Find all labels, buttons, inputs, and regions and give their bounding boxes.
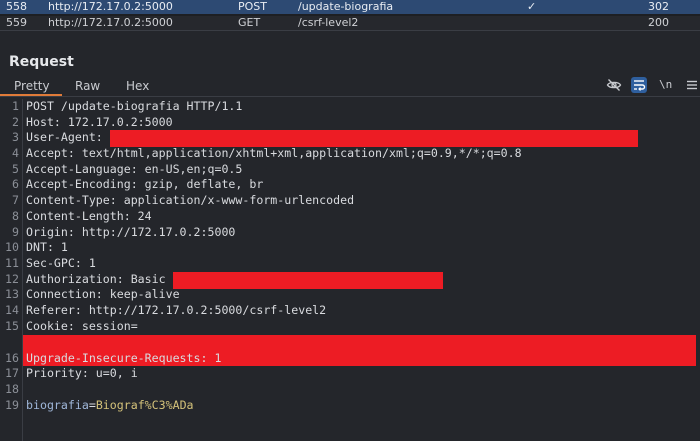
- request-line: 2 Host: 172.17.0.2:5000: [12, 114, 173, 129]
- history-path: /csrf-level2: [298, 16, 359, 29]
- history-num: 558: [6, 0, 27, 13]
- request-line: 8 Content-Length: 24: [12, 208, 152, 223]
- request-body-line: 19 biografia=Biograf%C3%ADa: [5, 397, 194, 412]
- request-line: 17 Priority: u=0, i: [5, 366, 138, 381]
- request-panel-title: Request: [9, 54, 74, 70]
- request-line: 12 Authorization: Basic: [0, 271, 700, 289]
- request-editor[interactable]: 1 POST /update-biografia HTTP/1.1 2 Host: …: [0, 99, 700, 413]
- body-param-name: biografia: [26, 397, 89, 412]
- history-path: /update-biografia: [298, 0, 394, 13]
- request-line: 11 Sec-GPC: 1: [5, 255, 96, 270]
- history-method: POST: [238, 0, 267, 13]
- request-line: 1 POST /update-biografia HTTP/1.1: [12, 99, 243, 113]
- menu-icon[interactable]: [686, 77, 698, 93]
- tab-pretty[interactable]: Pretty: [14, 79, 50, 93]
- redaction-bar: [172, 271, 443, 289]
- request-line: 13 Connection: keep-alive: [5, 287, 180, 302]
- request-line: 14 Referer: http://172.17.0.2:5000/csrf-l…: [5, 302, 327, 317]
- word-wrap-icon[interactable]: [631, 77, 647, 93]
- redaction-bar: [109, 130, 638, 148]
- request-line: 6 Accept-Encoding: gzip, deflate, br: [12, 177, 264, 192]
- request-line: 16 Upgrade-Insecure-Requests: 1: [5, 350, 222, 365]
- history-status: 302: [648, 0, 669, 13]
- tab-raw[interactable]: Raw: [75, 79, 100, 93]
- history-num: 559: [6, 16, 27, 29]
- history-row[interactable]: 559 http://172.17.0.2:5000 GET /csrf-lev…: [0, 16, 700, 30]
- request-line: 9 Origin: http://172.17.0.2:5000: [12, 224, 236, 239]
- history-host: http://172.17.0.2:5000: [48, 0, 173, 13]
- request-line: 5 Accept-Language: en-US,en;q=0.5: [12, 161, 243, 176]
- history-method: GET: [238, 16, 261, 29]
- request-line: 7 Content-Type: application/x-www-form-ur…: [12, 193, 355, 208]
- panel-divider: [0, 96, 700, 97]
- history-row-selected[interactable]: 558 http://172.17.0.2:5000 POST /update-…: [0, 0, 700, 14]
- history-host: http://172.17.0.2:5000: [48, 16, 173, 29]
- body-param-value: Biograf%C3%ADa: [95, 397, 194, 412]
- tab-hex[interactable]: Hex: [126, 79, 149, 93]
- show-newlines-toggle[interactable]: \n: [659, 77, 672, 93]
- hide-nonprintable-icon[interactable]: [606, 77, 622, 93]
- history-status: 200: [648, 16, 669, 29]
- request-line: 3 User-Agent:: [0, 130, 700, 148]
- check-icon: ✓: [527, 0, 537, 13]
- request-tabs: Pretty Raw Hex: [0, 77, 700, 96]
- request-line: 10 DNT: 1: [5, 240, 68, 255]
- request-line: 18: [5, 382, 19, 396]
- request-line: 4 Accept: text/html,application/xhtml+xml…: [12, 146, 522, 161]
- history-divider: [0, 30, 700, 31]
- body-param-eq: =: [88, 397, 96, 412]
